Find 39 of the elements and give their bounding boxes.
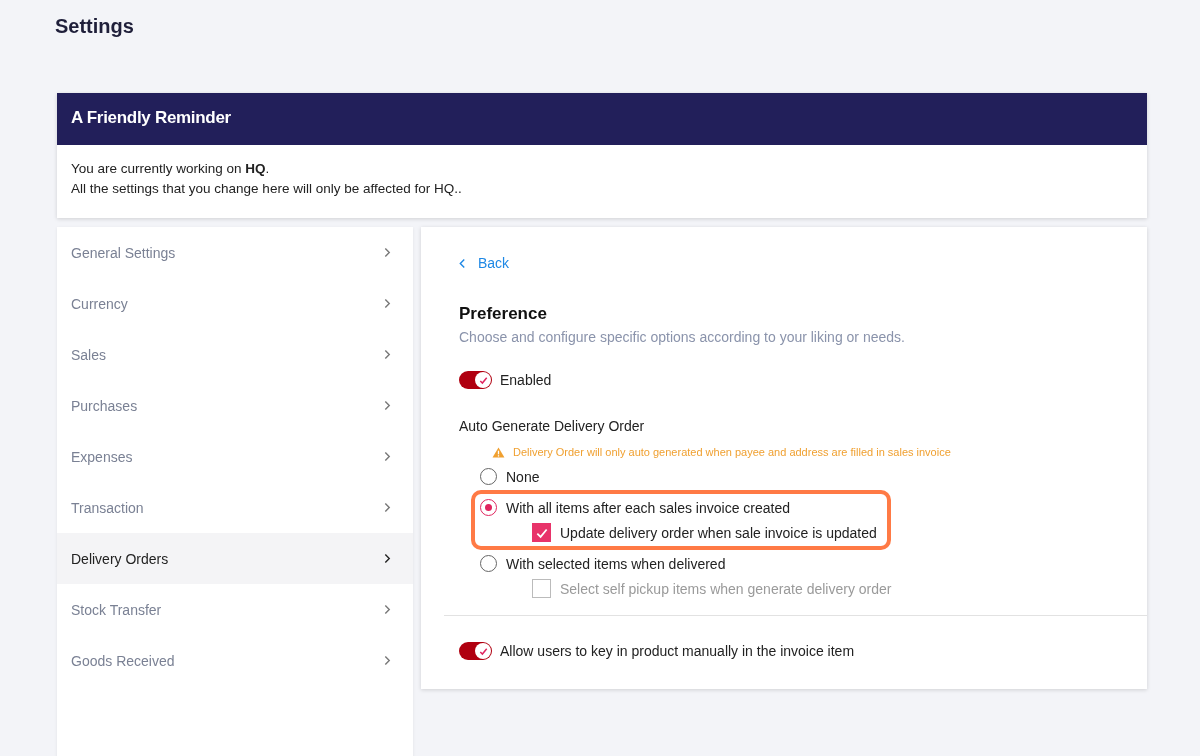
checkbox-label: Select self pickup items when generate delivery order [560,580,892,597]
chevron-right-icon [384,298,391,309]
chevron-right-icon [384,553,391,564]
sidebar-item[interactable]: General Settings [57,227,413,278]
section-subtitle: Choose and configure specific options according to your liking or needs. [459,329,906,345]
back-link[interactable]: Back [459,227,510,271]
chevron-right-icon [384,502,391,513]
option-label: With selected items when delivered [506,555,726,572]
section-title: Preference [459,304,548,324]
sidebar-item[interactable]: Sales [57,329,413,380]
page-title: Settings [55,14,135,39]
checkbox[interactable] [532,523,551,542]
sidebar-item[interactable]: Delivery Orders [57,533,413,584]
warning-icon [492,446,505,458]
checkbox-label: Update delivery order when sale invoice is updated [560,524,877,541]
chevron-left-icon [459,257,466,269]
option-label: None [506,468,540,485]
chevron-right-icon [384,349,391,360]
toggle-switch[interactable] [459,371,492,389]
toggle-switch[interactable] [459,642,492,660]
group-label: Auto Generate Delivery Order [459,418,646,434]
sidebar-item[interactable]: Expenses [57,431,413,482]
toggle-label: Enabled [500,372,552,388]
sidebar-item[interactable]: Purchases [57,380,413,431]
reminder-title: A Friendly Reminder [57,93,1147,145]
chevron-right-icon [384,604,391,615]
chevron-right-icon [384,451,391,462]
reminder-text: All the settings that you change here will only be affected for HQ.. [71,180,463,198]
warning-text: Delivery Order will only auto generated when payee and address are filled in sales invoice [513,446,951,458]
sidebar-item[interactable]: Transaction [57,482,413,533]
reminder-text: You are currently working on HQ. [71,160,271,178]
sidebar-item[interactable]: Goods Received [57,635,413,686]
chevron-right-icon [384,247,391,258]
sidebar-item[interactable]: Currency [57,278,413,329]
chevron-right-icon [384,400,391,411]
option-label: With all items after each sales invoice created [506,499,790,516]
toggle-label: Allow users to key in product manually in the invoice item [500,643,855,659]
chevron-right-icon [384,655,391,666]
sidebar-item[interactable]: Stock Transfer [57,584,413,635]
